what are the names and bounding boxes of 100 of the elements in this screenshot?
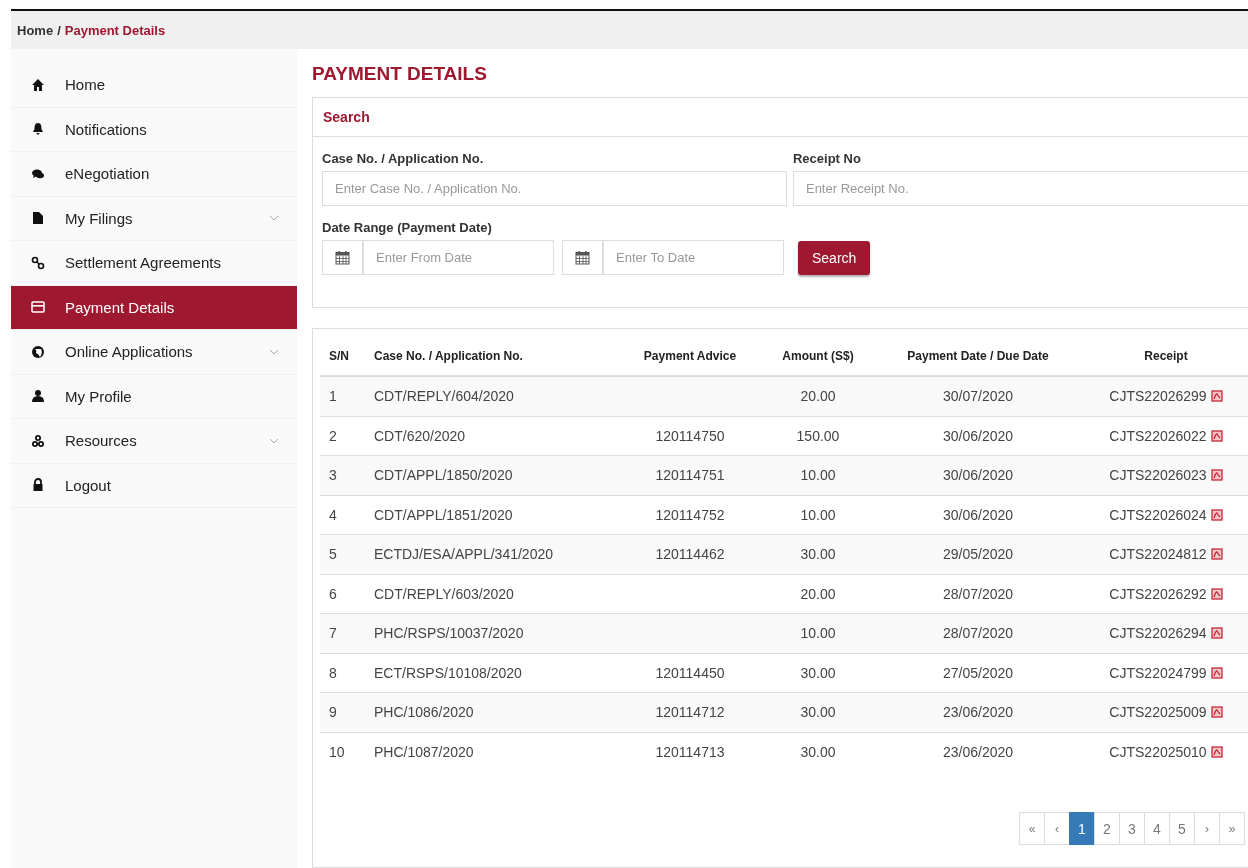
pdf-icon[interactable] xyxy=(1210,627,1223,640)
table-cell: 1 xyxy=(329,388,337,405)
column-header: Amount (S$) xyxy=(782,349,854,363)
table-cell: 30/06/2020 xyxy=(942,467,1014,484)
sidebar-item[interactable]: Online Applications xyxy=(11,330,297,375)
to-date-field[interactable]: Enter To Date xyxy=(603,240,784,275)
table-cell: 8 xyxy=(329,664,337,681)
from-date-field[interactable]: Enter From Date xyxy=(363,240,554,275)
table-cell: 120114750 xyxy=(655,427,725,444)
table-cell: CJTS22026299 xyxy=(1109,388,1207,405)
table-cell: 30.00 xyxy=(800,546,836,563)
receipt-number-field[interactable]: Enter Receipt No. xyxy=(792,171,1248,206)
table-cell: CJTS22024799 xyxy=(1109,664,1207,681)
page-button[interactable]: « xyxy=(1019,812,1045,845)
table-cell: 30.00 xyxy=(800,743,836,760)
pdf-icon[interactable] xyxy=(1210,587,1223,600)
table-cell: PHC/1086/2020 xyxy=(374,704,474,721)
link-icon xyxy=(31,255,45,270)
table-cell: CDT/REPLY/604/2020 xyxy=(374,388,514,405)
table-cell: CJTS22025010 xyxy=(1109,743,1207,760)
case-number-field[interactable]: Enter Case No. / Application No. xyxy=(322,171,787,206)
calendar-icon xyxy=(575,250,590,265)
pdf-icon[interactable] xyxy=(1210,469,1223,482)
table-cell: CDT/APPL/1851/2020 xyxy=(374,506,513,523)
breadcrumb-item: Payment Details xyxy=(64,22,166,38)
table-cell: 120114751 xyxy=(655,467,725,484)
table-cell: CJTS22025009 xyxy=(1109,704,1207,721)
table-cell: PHC/1087/2020 xyxy=(374,743,474,760)
sidebar-item[interactable]: eNegotiation xyxy=(11,152,297,197)
table-cell: 20.00 xyxy=(800,388,836,405)
page-button[interactable]: » xyxy=(1219,812,1245,845)
page-button[interactable]: 3 xyxy=(1119,812,1145,845)
table-cell: 30/06/2020 xyxy=(942,427,1014,444)
pdf-icon[interactable] xyxy=(1210,429,1223,442)
table-cell: 3 xyxy=(329,467,337,484)
table-cell: 120114462 xyxy=(655,546,725,563)
table-cell: PHC/RSPS/10037/2020 xyxy=(374,625,524,642)
table-cell: CJTS22026024 xyxy=(1109,506,1207,523)
search-button[interactable]: Search xyxy=(798,240,871,275)
calendar-icon xyxy=(335,250,350,265)
pdf-icon[interactable] xyxy=(1210,390,1223,403)
page-button[interactable]: 1 xyxy=(1069,812,1095,845)
page-button[interactable]: 4 xyxy=(1144,812,1170,845)
table-cell: 120114752 xyxy=(655,506,725,523)
pdf-icon[interactable] xyxy=(1210,508,1223,521)
breadcrumb-separator: / xyxy=(57,22,61,38)
page-button[interactable]: › xyxy=(1194,812,1220,845)
table-cell: CJTS22026294 xyxy=(1109,625,1207,642)
page-button[interactable]: 5 xyxy=(1169,812,1195,845)
column-header: Case No. / Application No. xyxy=(374,349,523,363)
column-header: S/N xyxy=(329,349,349,363)
table-cell: CDT/620/2020 xyxy=(374,427,466,444)
table-cell: 10.00 xyxy=(800,625,836,642)
bell-icon xyxy=(31,122,45,137)
table-cell: 2 xyxy=(329,427,337,444)
page-title: PAYMENT DETAILS xyxy=(312,63,488,85)
sidebar-item[interactable]: Notifications xyxy=(11,107,297,152)
table-cell: 10.00 xyxy=(800,506,836,523)
table-cell: CJTS22026292 xyxy=(1109,585,1207,602)
field-label: Case No. / Application No. xyxy=(322,151,485,166)
table-cell: 120114712 xyxy=(655,704,725,721)
table-cell: 27/05/2020 xyxy=(942,664,1014,681)
page-button[interactable]: 2 xyxy=(1094,812,1120,845)
pdf-icon[interactable] xyxy=(1210,706,1223,719)
sidebar-item[interactable]: My Profile xyxy=(11,374,297,419)
globe-icon xyxy=(31,344,45,359)
page-button[interactable]: ‹ xyxy=(1044,812,1070,845)
table-cell: 30/06/2020 xyxy=(942,506,1014,523)
table-cell: CDT/REPLY/603/2020 xyxy=(374,585,514,602)
sidebar-item[interactable]: Payment Details xyxy=(11,285,297,330)
table-cell: ECT/RSPS/10108/2020 xyxy=(374,664,522,681)
pdf-icon[interactable] xyxy=(1210,666,1223,679)
table-cell: 10 xyxy=(329,743,345,760)
column-header: Receipt xyxy=(1144,349,1188,363)
table-cell: 30.00 xyxy=(800,704,836,721)
table-cell: 7 xyxy=(329,625,337,642)
table-cell: 30.00 xyxy=(800,664,836,681)
panel-title: Search xyxy=(313,98,1248,137)
breadcrumb-item[interactable]: Home xyxy=(17,22,54,38)
table-cell: 120114713 xyxy=(655,743,725,760)
cubes-icon xyxy=(31,433,45,448)
table-cell: 150.00 xyxy=(796,427,840,444)
table-cell: 30/07/2020 xyxy=(942,388,1014,405)
sidebar-item[interactable]: My Filings xyxy=(11,196,297,241)
table-cell: 23/06/2020 xyxy=(942,704,1014,721)
sidebar-item[interactable]: Home xyxy=(11,63,297,108)
table-cell: 20.00 xyxy=(800,585,836,602)
pdf-icon[interactable] xyxy=(1210,745,1223,758)
pdf-icon[interactable] xyxy=(1210,548,1223,561)
table-cell: CJTS22026022 xyxy=(1109,427,1207,444)
sidebar-item[interactable]: Logout xyxy=(11,463,297,508)
table-cell: 29/05/2020 xyxy=(942,546,1014,563)
sidebar-item[interactable]: Resources xyxy=(11,419,297,464)
table-cell: 28/07/2020 xyxy=(942,625,1014,642)
sidebar-item[interactable]: Settlement Agreements xyxy=(11,241,297,286)
user-icon xyxy=(31,389,45,404)
column-header: Payment Advice xyxy=(643,349,737,363)
table-cell: ECTDJ/ESA/APPL/341/2020 xyxy=(374,546,553,563)
lock-icon xyxy=(31,478,45,493)
field-label: Receipt No xyxy=(792,151,862,166)
